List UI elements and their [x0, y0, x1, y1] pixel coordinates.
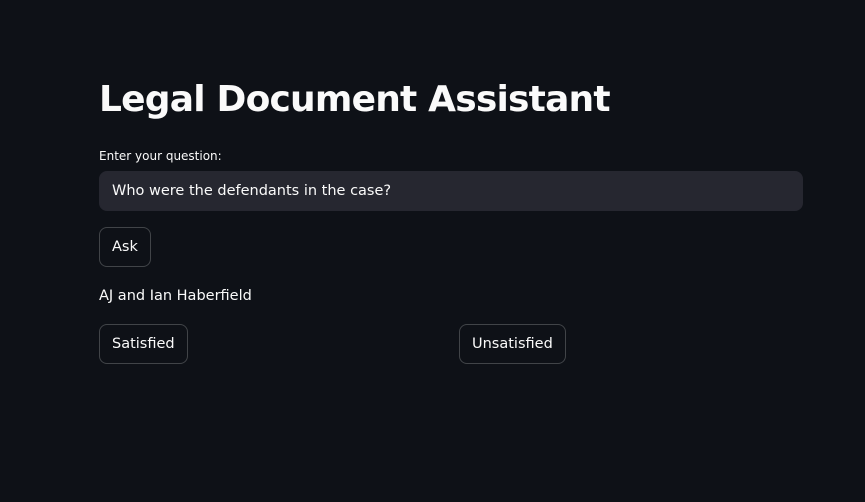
page-title: Legal Document Assistant [99, 79, 611, 120]
question-label: Enter your question: [99, 149, 222, 163]
answer-text: AJ and Ian Haberfield [99, 288, 252, 304]
question-input[interactable] [99, 171, 803, 211]
satisfied-button[interactable]: Satisfied [99, 324, 188, 364]
ask-button[interactable]: Ask [99, 227, 151, 267]
unsatisfied-button[interactable]: Unsatisfied [459, 324, 566, 364]
